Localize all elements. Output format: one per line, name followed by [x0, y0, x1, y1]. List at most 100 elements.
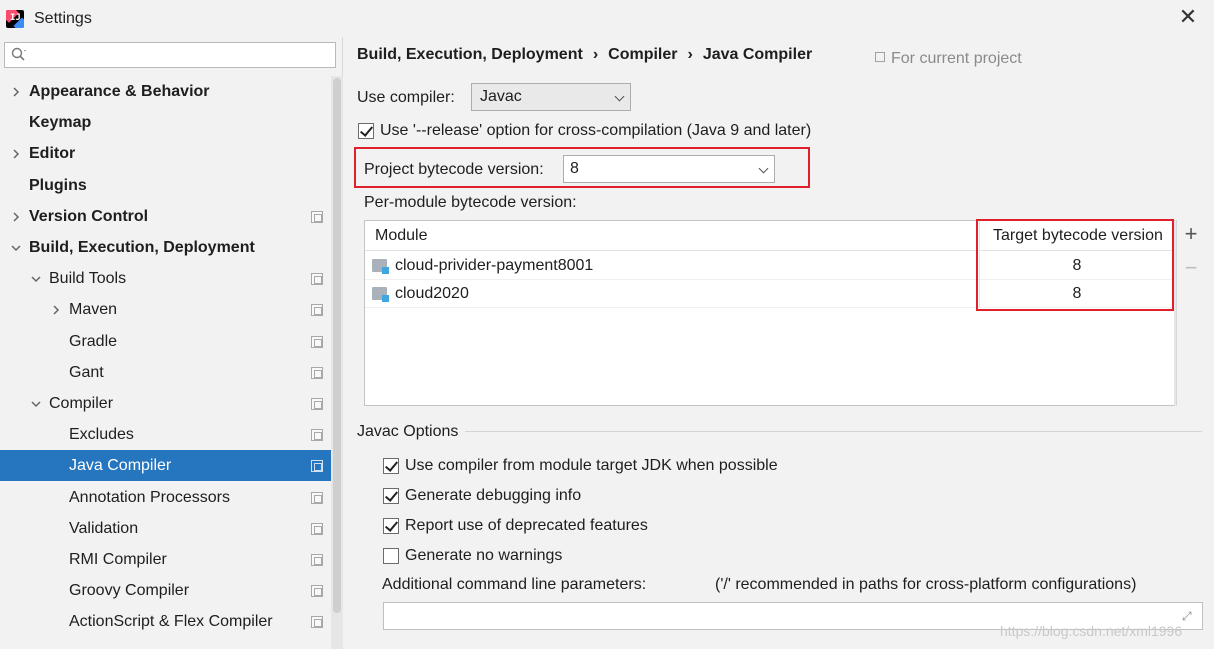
settings-search-box[interactable] — [4, 42, 336, 68]
breadcrumb-item-java-compiler: Java Compiler — [702, 46, 813, 63]
breadcrumb-item-compiler[interactable]: Compiler — [608, 46, 677, 63]
window-title: Settings — [34, 9, 92, 27]
intellij-app-icon: IJ — [6, 9, 24, 28]
expand-icon[interactable]: ⤢ — [1182, 610, 1194, 622]
add-icon[interactable]: + — [1181, 223, 1201, 245]
sidebar-item-label: ActionScript & Flex Compiler — [69, 612, 273, 630]
sidebar-item-plugins[interactable]: Plugins — [0, 170, 331, 201]
project-scope-icon — [311, 428, 323, 441]
sidebar-item-label: Build, Execution, Deployment — [29, 238, 255, 256]
no-warnings-label: Generate no warnings — [405, 547, 563, 564]
sidebar-item-rmi-compiler[interactable]: RMI Compiler — [0, 544, 331, 575]
deprecated-checkbox[interactable] — [383, 518, 399, 534]
project-scope-icon — [311, 522, 323, 535]
debug-info-checkbox[interactable] — [383, 488, 399, 504]
project-bytecode-select[interactable]: 8 — [563, 155, 775, 183]
chevron-down-icon[interactable] — [30, 273, 42, 285]
settings-sidebar: Appearance & Behavior Keymap Editor Plugins… — [0, 37, 343, 649]
remove-icon[interactable]: − — [1181, 257, 1201, 279]
release-option-checkbox-row[interactable]: Use '--release' option for cross-compila… — [358, 122, 811, 140]
sidebar-item-label: Plugins — [29, 176, 87, 194]
sidebar-item-label: Groovy Compiler — [69, 581, 190, 599]
sidebar-item-gant[interactable]: Gant — [0, 357, 331, 388]
module-jdk-label: Use compiler from module target JDK when… — [405, 457, 778, 474]
deprecated-label: Report use of deprecated features — [405, 517, 648, 534]
sidebar-item-label: Appearance & Behavior — [29, 82, 210, 100]
release-option-label: Use '--release' option for cross-compila… — [380, 122, 812, 139]
title-bar: IJ Settings ✕ — [0, 0, 1214, 37]
section-divider — [465, 431, 1202, 432]
module-jdk-checkbox-row[interactable]: Use compiler from module target JDK when… — [383, 457, 778, 475]
sidebar-item-gradle[interactable]: Gradle — [0, 326, 331, 357]
module-jdk-checkbox[interactable] — [383, 458, 399, 474]
sidebar-item-compiler[interactable]: Compiler — [0, 388, 331, 419]
breadcrumb-item-build-execution-deployment[interactable]: Build, Execution, Deployment — [357, 46, 583, 63]
chevron-right-icon[interactable] — [10, 148, 22, 160]
project-scope-icon — [875, 52, 885, 62]
project-scope-icon — [311, 303, 323, 316]
sidebar-item-label: Compiler — [49, 394, 114, 412]
use-compiler-select[interactable]: Javac — [471, 83, 631, 111]
project-scope-icon — [311, 272, 323, 285]
sidebar-item-label: Gradle — [69, 332, 118, 350]
close-icon[interactable]: ✕ — [1178, 6, 1198, 28]
breadcrumb-separator: › — [592, 46, 599, 63]
chevron-right-icon[interactable] — [50, 304, 62, 316]
no-warnings-checkbox-row[interactable]: Generate no warnings — [383, 547, 562, 565]
sidebar-item-annotation-processors[interactable]: Annotation Processors — [0, 482, 331, 513]
sidebar-item-actionscript-flex-compiler[interactable]: ActionScript & Flex Compiler — [0, 606, 331, 637]
project-scope-icon — [311, 584, 323, 597]
sidebar-item-version-control[interactable]: Version Control — [0, 201, 331, 232]
sidebar-item-keymap[interactable]: Keymap — [0, 107, 331, 138]
project-bytecode-label: Project bytecode version: — [364, 161, 544, 178]
additional-params-hint: ('/' recommended in paths for cross-plat… — [715, 576, 1137, 593]
sidebar-item-editor[interactable]: Editor — [0, 138, 331, 169]
sidebar-item-build-execution-deployment[interactable]: Build, Execution, Deployment — [0, 232, 331, 263]
sidebar-item-label: Build Tools — [49, 269, 127, 287]
sidebar-item-excludes[interactable]: Excludes — [0, 419, 331, 450]
chevron-down-icon[interactable] — [30, 398, 42, 410]
highlight-target-bytecode — [976, 219, 1174, 311]
sidebar-item-validation[interactable]: Validation — [0, 513, 331, 544]
chevron-down-icon — [614, 91, 625, 102]
release-option-checkbox[interactable] — [358, 123, 374, 139]
chevron-right-icon[interactable] — [10, 211, 22, 223]
sidebar-item-label: Version Control — [29, 207, 149, 225]
column-header-module[interactable]: Module — [375, 227, 427, 245]
project-scope-icon — [311, 459, 323, 472]
module-folder-icon — [372, 287, 389, 302]
debug-info-checkbox-row[interactable]: Generate debugging info — [383, 487, 581, 505]
project-scope-icon — [311, 210, 323, 223]
search-icon — [11, 47, 27, 63]
sidebar-item-label: Excludes — [69, 425, 134, 443]
sidebar-item-label: Annotation Processors — [69, 488, 230, 506]
use-compiler-label: Use compiler: — [357, 89, 455, 106]
sidebar-item-maven[interactable]: Maven — [0, 294, 331, 325]
watermark: https://blog.csdn.net/xml1996 — [1000, 623, 1183, 639]
table-toolbar — [1176, 220, 1214, 406]
project-scope-icon — [311, 615, 323, 628]
module-name: cloud2020 — [395, 285, 469, 302]
sidebar-item-label: Gant — [69, 363, 104, 381]
sidebar-item-appearance-behavior[interactable]: Appearance & Behavior — [0, 76, 331, 107]
sidebar-item-build-tools[interactable]: Build Tools — [0, 263, 331, 294]
sidebar-item-label: Keymap — [29, 113, 92, 131]
deprecated-checkbox-row[interactable]: Report use of deprecated features — [383, 517, 648, 535]
no-warnings-checkbox[interactable] — [383, 548, 399, 564]
use-compiler-value: Javac — [480, 88, 522, 105]
chevron-down-icon — [758, 163, 769, 174]
project-scope-icon — [311, 397, 323, 410]
tree-scrollbar-thumb[interactable] — [333, 78, 341, 613]
for-current-project-note: For current project — [875, 50, 1022, 68]
chevron-down-icon[interactable] — [10, 242, 22, 254]
debug-info-label: Generate debugging info — [405, 487, 582, 504]
tree-scrollbar[interactable] — [331, 76, 343, 649]
sidebar-item-label: Java Compiler — [69, 456, 172, 474]
chevron-right-icon[interactable] — [10, 86, 22, 98]
sidebar-item-groovy-compiler[interactable]: Groovy Compiler — [0, 575, 331, 606]
module-name: cloud-privider-payment8001 — [395, 257, 594, 274]
sidebar-item-java-compiler[interactable]: Java Compiler — [0, 450, 343, 481]
breadcrumb: Build, Execution, Deployment › Compiler › Ja… — [357, 46, 812, 64]
sidebar-item-label: RMI Compiler — [69, 550, 167, 568]
search-input[interactable] — [31, 45, 331, 65]
